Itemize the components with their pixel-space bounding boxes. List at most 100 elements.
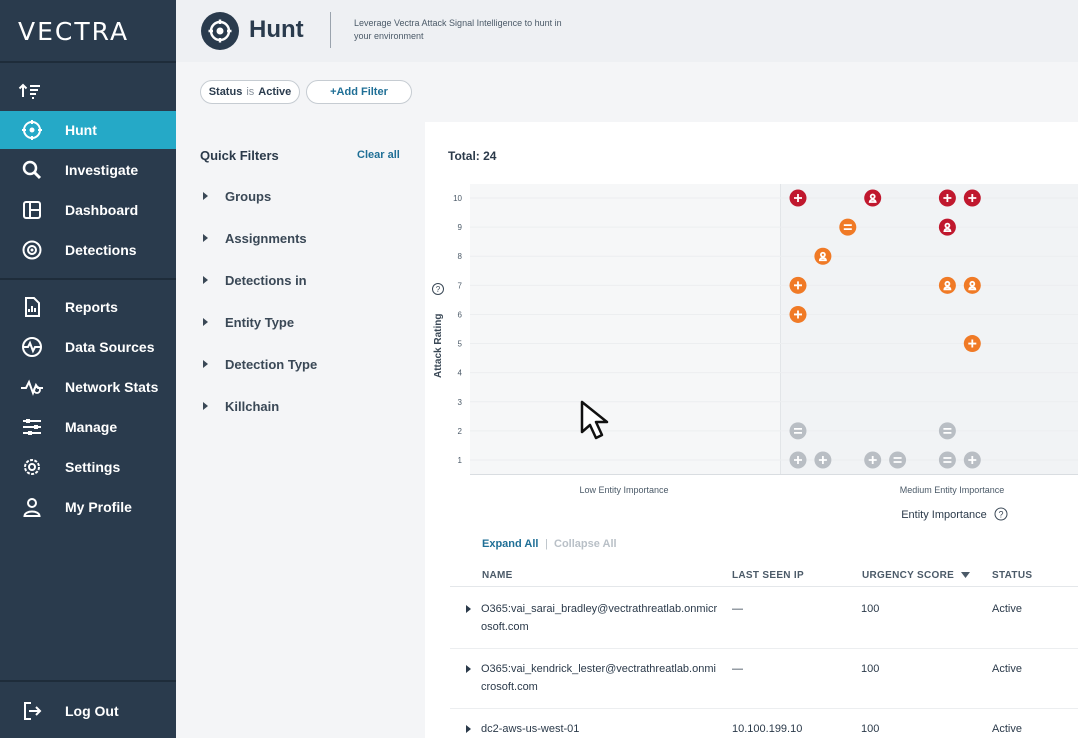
separator: |: [545, 538, 548, 550]
page-header: Hunt Leverage Vectra Attack Signal Intel…: [176, 0, 1078, 62]
entity-point-high[interactable]: [938, 276, 956, 294]
entity-name: O365:vai_sarai_bradley@vectrathreatlab.o…: [481, 603, 718, 633]
sidebar-item-label: Manage: [65, 419, 118, 435]
entity-point-high[interactable]: [789, 276, 807, 294]
quick-filters-title: Quick Filters: [200, 148, 279, 163]
quick-filter-label: Entity Type: [225, 314, 295, 330]
quick-filter-detections-in[interactable]: Detections in: [200, 270, 307, 290]
header-divider: [330, 12, 331, 48]
entity-point-critical[interactable]: [963, 189, 981, 207]
expand-row-icon[interactable]: [466, 605, 471, 613]
quick-filter-killchain[interactable]: Killchain: [200, 396, 279, 416]
crosshair-icon: [19, 119, 45, 141]
collapse-all-button[interactable]: Collapse All: [554, 538, 617, 550]
entity-point-low[interactable]: [889, 451, 907, 469]
row-divider: [450, 648, 1078, 649]
dashboard-icon: [19, 199, 45, 221]
x-axis-label: Entity Importance: [901, 509, 987, 521]
entity-point-high[interactable]: [963, 276, 981, 294]
filter-operator: is: [246, 86, 255, 98]
column-header-label: URGENCY SCORE: [862, 570, 955, 581]
sidebar-item-label: Detections: [65, 242, 137, 258]
entity-status: Active: [992, 723, 1022, 735]
sidebar: VECTRA Hunt Investigate Dashboard Detect…: [0, 0, 176, 738]
content-background: [425, 62, 1078, 122]
expand-caret-icon: [203, 360, 208, 368]
urgency-score: 100: [861, 663, 880, 675]
y-tick-label: 4: [458, 369, 463, 378]
entity-point-high[interactable]: [839, 218, 857, 236]
sidebar-item-log-out[interactable]: Log Out: [0, 692, 176, 730]
entity-name: dc2-aws-us-west-01: [481, 723, 580, 735]
sidebar-item-reports[interactable]: Reports: [0, 288, 176, 326]
entity-point-critical[interactable]: [864, 189, 882, 207]
entity-point-low[interactable]: [789, 422, 807, 440]
entity-point-high[interactable]: [963, 335, 981, 353]
urgency-score: 100: [861, 723, 880, 735]
sidebar-item-investigate[interactable]: Investigate: [0, 151, 176, 189]
column-header-urgency-score[interactable]: URGENCY SCORE: [862, 570, 971, 581]
sidebar-item-network-stats[interactable]: Network Stats: [0, 368, 176, 406]
column-header-last-seen-ip[interactable]: LAST SEEN IP: [732, 570, 804, 581]
entity-point-low[interactable]: [938, 422, 956, 440]
expand-all-button[interactable]: Expand All: [482, 538, 538, 550]
add-filter-button[interactable]: +Add Filter: [306, 80, 412, 104]
page-description: Leverage Vectra Attack Signal Intelligen…: [354, 18, 562, 41]
x-axis-help-icon[interactable]: ?: [994, 507, 1008, 521]
entity-point-low[interactable]: [963, 451, 981, 469]
expand-row-icon[interactable]: [466, 725, 471, 733]
sidebar-item-my-profile[interactable]: My Profile: [0, 488, 176, 526]
page-title: Hunt: [249, 16, 304, 43]
logout-icon: [19, 700, 45, 722]
logout-label: Log Out: [65, 703, 119, 719]
last-seen-ip: —: [732, 603, 743, 615]
hunt-crosshair-icon: [201, 12, 239, 50]
expand-caret-icon: [203, 192, 208, 200]
sidebar-item-settings[interactable]: Settings: [0, 448, 176, 486]
status-filter-chip[interactable]: Status is Active: [200, 80, 300, 104]
expand-caret-icon: [203, 276, 208, 284]
y-tick-label: 1: [458, 456, 463, 465]
sidebar-item-hunt[interactable]: Hunt: [0, 111, 176, 149]
entity-point-low[interactable]: [814, 451, 832, 469]
entity-point-high[interactable]: [814, 247, 832, 265]
quick-filter-label: Killchain: [225, 398, 280, 414]
quick-filter-entity-type[interactable]: Entity Type: [200, 312, 294, 332]
sidebar-item-label: Hunt: [65, 122, 97, 138]
expand-caret-icon: [203, 402, 208, 410]
sidebar-item-dashboard[interactable]: Dashboard: [0, 191, 176, 229]
sort-collapse-icon[interactable]: [18, 81, 44, 101]
x-region-label: Low Entity Importance: [579, 485, 668, 495]
user-icon: [19, 496, 45, 518]
quick-filter-detection-type[interactable]: Detection Type: [200, 354, 317, 374]
filter-key: Status: [208, 86, 243, 98]
quick-filter-groups[interactable]: Groups: [200, 186, 271, 206]
urgency-score: 100: [861, 603, 880, 615]
y-axis-help-icon[interactable]: ?: [432, 283, 444, 295]
column-header-status[interactable]: STATUS: [992, 570, 1032, 581]
entity-status: Active: [992, 663, 1022, 675]
sort-desc-icon: [961, 572, 971, 578]
clear-all-link[interactable]: Clear all: [357, 149, 400, 161]
sidebar-item-data-sources[interactable]: Data Sources: [0, 328, 176, 366]
network-icon: [19, 376, 45, 398]
sidebar-item-manage[interactable]: Manage: [0, 408, 176, 446]
vectra-logo: VECTRA: [18, 17, 130, 46]
report-icon: [19, 296, 45, 318]
quick-filter-assignments[interactable]: Assignments: [200, 228, 307, 248]
sidebar-item-detections[interactable]: Detections: [0, 231, 176, 269]
y-tick-label: 3: [458, 398, 463, 407]
expand-row-icon[interactable]: [466, 665, 471, 673]
sidebar-item-label: Reports: [65, 299, 118, 315]
filter-value: Active: [258, 86, 292, 98]
entity-point-low[interactable]: [864, 451, 882, 469]
entity-point-low[interactable]: [938, 451, 956, 469]
entity-point-low[interactable]: [789, 451, 807, 469]
entity-point-critical[interactable]: [938, 189, 956, 207]
x-region-label: Medium Entity Importance: [900, 485, 1005, 495]
entity-point-critical[interactable]: [789, 189, 807, 207]
entity-point-high[interactable]: [789, 305, 807, 323]
column-header-name[interactable]: NAME: [482, 570, 513, 581]
entity-point-critical[interactable]: [938, 218, 956, 236]
svg-text:?: ?: [998, 510, 1003, 520]
